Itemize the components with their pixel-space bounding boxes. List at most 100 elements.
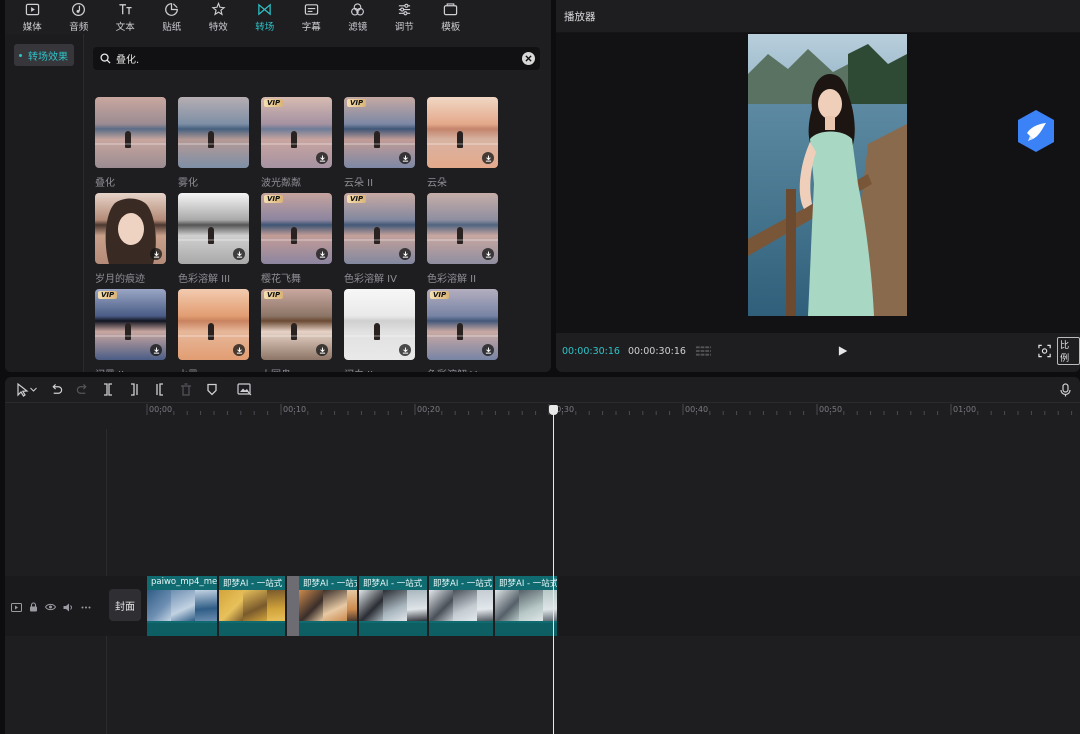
effect-card[interactable]: VIP 大圆盘 xyxy=(261,289,332,372)
effect-thumbnail[interactable]: VIP xyxy=(261,193,332,264)
effect-card[interactable]: 色彩溶解 II xyxy=(427,193,498,289)
timeline-clip[interactable]: paiwo_mp4_media xyxy=(147,576,219,636)
transition-marker[interactable] xyxy=(287,576,299,636)
image-edit-button[interactable] xyxy=(231,380,257,400)
figure-silhouette xyxy=(374,131,380,148)
effect-card[interactable]: 岁月的痕迹 xyxy=(95,193,166,289)
download-button[interactable] xyxy=(399,248,411,260)
sticker-icon xyxy=(165,2,179,16)
split-button[interactable] xyxy=(95,380,121,400)
tab-transition[interactable]: 转场 xyxy=(242,0,289,34)
water-reflection xyxy=(427,335,498,337)
video-preview[interactable] xyxy=(748,34,907,316)
download-button[interactable] xyxy=(316,248,328,260)
effects-icon xyxy=(211,1,226,16)
volume-icon[interactable] xyxy=(63,603,74,612)
time-ruler[interactable]: 00:00 00:10 00:20 00:30 00:40 00:50 01:0… xyxy=(5,403,1080,415)
eye-icon[interactable] xyxy=(45,603,56,611)
download-button[interactable] xyxy=(399,152,411,164)
clear-search-button[interactable] xyxy=(522,52,535,65)
effect-thumbnail[interactable] xyxy=(427,97,498,168)
effect-thumbnail[interactable]: VIP xyxy=(344,193,415,264)
timeline-clip[interactable]: 即梦AI - 一站式 xyxy=(219,576,287,636)
download-icon xyxy=(402,250,408,258)
effect-thumbnail[interactable] xyxy=(95,97,166,168)
effect-card[interactable]: VIP 色彩溶解 V xyxy=(427,289,498,372)
tab-text[interactable]: 文本 xyxy=(102,0,149,34)
select-tool-button[interactable] xyxy=(13,380,39,400)
effect-thumbnail[interactable] xyxy=(178,289,249,360)
effect-thumbnail[interactable]: VIP xyxy=(261,289,332,360)
effect-thumbnail[interactable] xyxy=(427,193,498,264)
ratio-button[interactable]: 比例 xyxy=(1057,337,1080,365)
effect-card[interactable]: VIP 樱花飞舞 xyxy=(261,193,332,289)
playhead[interactable] xyxy=(549,405,558,734)
effect-card[interactable]: 色彩溶解 III xyxy=(178,193,249,289)
top-tab-bar: 媒体 音频 文本 贴纸 特效 转场 字幕 滤镜 调节 模板 xyxy=(5,0,551,34)
undo-button[interactable] xyxy=(43,380,69,400)
redo-button[interactable] xyxy=(69,380,95,400)
effect-thumbnail[interactable] xyxy=(178,193,249,264)
effect-thumbnail[interactable]: VIP xyxy=(427,289,498,360)
effect-card[interactable]: 水墨 xyxy=(178,289,249,372)
effect-card[interactable]: 云朵 xyxy=(427,97,498,193)
effect-card[interactable]: VIP 波光粼粼 xyxy=(261,97,332,193)
download-button[interactable] xyxy=(482,248,494,260)
category-transition-effects[interactable]: 转场效果 xyxy=(14,44,74,66)
effect-thumbnail[interactable]: VIP xyxy=(261,97,332,168)
download-button[interactable] xyxy=(316,152,328,164)
vip-badge: VIP xyxy=(264,195,284,203)
download-button[interactable] xyxy=(316,344,328,356)
download-button[interactable] xyxy=(482,344,494,356)
effect-thumbnail[interactable] xyxy=(95,193,166,264)
tab-template[interactable]: 模板 xyxy=(428,0,475,34)
tab-audio[interactable]: 音频 xyxy=(56,0,103,34)
timeline-clip[interactable]: 即梦AI - 一站式 xyxy=(495,576,559,636)
split-right-button[interactable] xyxy=(147,380,173,400)
clip-frames xyxy=(147,590,217,621)
media-body: 转场效果 叠化 雾化 VIP 波光粼粼 VIP 云朵 II 云朵岁月的痕迹 色彩溶解 III V… xyxy=(5,34,551,372)
effect-card[interactable]: VIP 闪黑 II xyxy=(95,289,166,372)
tab-subtitle[interactable]: 字幕 xyxy=(288,0,335,34)
effect-thumbnail[interactable]: VIP xyxy=(95,289,166,360)
clip-frame xyxy=(299,590,323,621)
effect-thumbnail[interactable] xyxy=(178,97,249,168)
search-input[interactable] xyxy=(116,53,522,64)
tab-sticker[interactable]: 贴纸 xyxy=(149,0,196,34)
cover-button[interactable]: 封面 xyxy=(109,589,141,621)
water-reflection xyxy=(344,239,415,241)
marker-button[interactable] xyxy=(199,380,225,400)
template-icon xyxy=(444,2,458,15)
more-icon[interactable] xyxy=(81,606,91,609)
download-button[interactable] xyxy=(233,248,245,260)
playhead-handle[interactable] xyxy=(549,405,558,415)
download-button[interactable] xyxy=(482,152,494,164)
timeline-clip[interactable]: 即梦AI - 一站式 xyxy=(429,576,495,636)
effect-card[interactable]: 雾化 xyxy=(178,97,249,193)
microphone-button[interactable] xyxy=(1052,380,1078,400)
track-video-icon[interactable] xyxy=(11,602,22,612)
effect-thumbnail[interactable] xyxy=(344,289,415,360)
tab-filter[interactable]: 滤镜 xyxy=(335,0,382,34)
delete-button[interactable] xyxy=(173,380,199,400)
clip-frame xyxy=(195,590,217,621)
effect-card[interactable]: 闪白 II xyxy=(344,289,415,372)
tab-media[interactable]: 媒体 xyxy=(9,0,56,34)
play-button[interactable] xyxy=(837,345,848,357)
effect-card[interactable]: VIP 色彩溶解 IV xyxy=(344,193,415,289)
effect-thumbnail[interactable]: VIP xyxy=(344,97,415,168)
lock-icon[interactable] xyxy=(29,602,38,612)
tab-adjust[interactable]: 调节 xyxy=(381,0,428,34)
effect-card[interactable]: VIP 云朵 II xyxy=(344,97,415,193)
download-button[interactable] xyxy=(399,344,411,356)
tab-effects[interactable]: 特效 xyxy=(195,0,242,34)
download-button[interactable] xyxy=(150,344,162,356)
timeline-clip[interactable]: 即梦AI - 一站式 xyxy=(299,576,359,636)
fullscreen-icon[interactable] xyxy=(1038,344,1051,358)
split-left-button[interactable] xyxy=(121,380,147,400)
effect-card[interactable]: 叠化 xyxy=(95,97,166,193)
download-button[interactable] xyxy=(150,248,162,260)
timeline-clip[interactable]: 即梦AI - 一站式 xyxy=(359,576,429,636)
timeline-grid-icon[interactable] xyxy=(695,345,712,357)
download-button[interactable] xyxy=(233,344,245,356)
